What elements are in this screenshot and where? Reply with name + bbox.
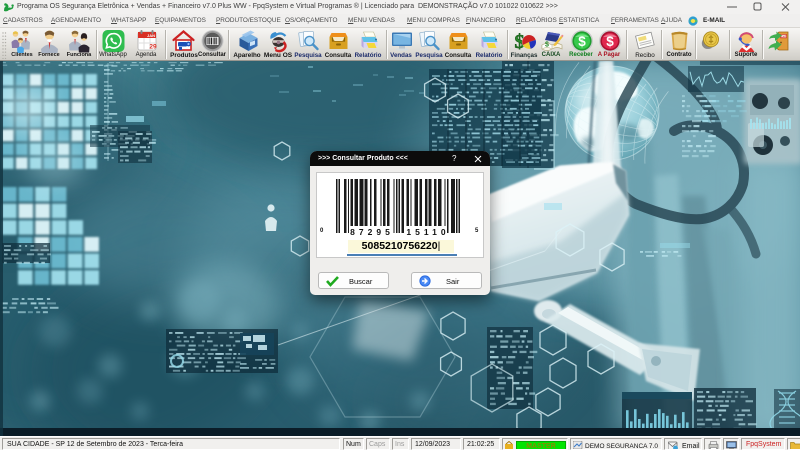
- svg-text:$: $: [606, 34, 614, 49]
- svg-text:$: $: [545, 42, 549, 49]
- svg-text:EXIT: EXIT: [781, 34, 787, 38]
- svg-text:$: $: [578, 34, 586, 49]
- svg-text:29: 29: [149, 44, 157, 51]
- svg-text:JAN: JAN: [147, 33, 155, 38]
